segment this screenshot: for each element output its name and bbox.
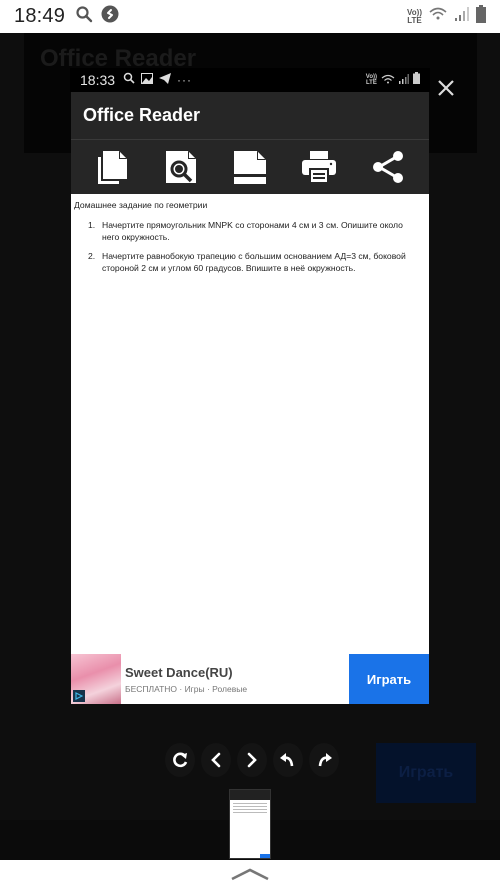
share-icon xyxy=(373,151,404,183)
document-content: Домашнее задание по геометрии 1. Начерти… xyxy=(71,194,429,286)
item-text: Начертите прямоугольник MNPK со сторонам… xyxy=(102,220,403,242)
document-search-icon xyxy=(165,151,196,183)
close-icon xyxy=(438,80,454,96)
share-button[interactable] xyxy=(368,147,408,187)
office-reader-app: Office Reader Домашнее задание по геомет… xyxy=(71,92,429,704)
chevron-right-icon xyxy=(247,752,257,768)
ad-play-icon xyxy=(73,690,85,702)
print-button[interactable] xyxy=(299,147,339,187)
thumbnail-ad xyxy=(260,854,270,858)
battery-icon xyxy=(413,71,420,89)
shazam-icon xyxy=(101,5,119,28)
app-titlebar: Office Reader xyxy=(71,92,429,140)
signal-icon xyxy=(399,71,409,89)
ad-play-button[interactable]: Играть xyxy=(349,654,429,704)
chevron-up-icon xyxy=(231,868,269,881)
chevron-left-icon xyxy=(211,752,221,768)
app-toolbar xyxy=(71,140,429,194)
editor-controls xyxy=(165,743,339,777)
image-icon xyxy=(141,71,154,89)
undo-button[interactable] xyxy=(273,743,303,777)
item-text: Начертите равнобокую трапецию с большим … xyxy=(102,251,406,273)
close-button[interactable] xyxy=(434,76,458,100)
thumbnail-lines xyxy=(230,800,270,818)
list-item: 1. Начертите прямоугольник MNPK со сторо… xyxy=(88,219,420,243)
redo-icon xyxy=(318,753,332,767)
signal-icon xyxy=(454,6,470,27)
search-icon xyxy=(75,5,93,28)
view-mode-button[interactable] xyxy=(230,147,270,187)
task-list: 1. Начертите прямоугольник MNPK со сторо… xyxy=(74,219,426,274)
expand-handle[interactable] xyxy=(0,860,500,888)
rotate-button[interactable] xyxy=(165,743,195,777)
find-button[interactable] xyxy=(161,147,201,187)
inner-status-bar: 18:33 ··· Vo)) LTE xyxy=(70,68,430,92)
status-time: 18:49 xyxy=(14,5,66,27)
ad-banner[interactable]: Sweet Dance(RU) БЕСПЛАТНО · Игры · Ролев… xyxy=(71,654,429,704)
search-icon xyxy=(123,71,135,89)
list-item: 2. Начертите равнобокую трапецию с больш… xyxy=(88,250,420,274)
printer-icon xyxy=(302,151,337,184)
thumbnail-header xyxy=(230,790,270,800)
inner-network-type-label: Vo)) LTE xyxy=(365,74,377,86)
wifi-icon xyxy=(381,71,395,89)
ad-image xyxy=(71,654,121,704)
document-heading: Домашнее задание по геометрии xyxy=(74,200,208,210)
status-bar: 18:49 Vo)) LTE xyxy=(0,0,500,33)
telegram-icon xyxy=(159,71,172,89)
copy-pages-icon xyxy=(97,151,127,184)
background-ad-button: Играть xyxy=(376,743,476,803)
network-type-label: Vo)) LTE xyxy=(407,7,422,25)
rotate-icon xyxy=(173,752,188,768)
pages-button[interactable] xyxy=(92,147,132,187)
battery-icon xyxy=(476,5,486,28)
page-layout-icon xyxy=(233,151,266,184)
inner-status-time: 18:33 xyxy=(80,72,116,88)
item-number: 1. xyxy=(88,220,96,230)
next-button[interactable] xyxy=(237,743,267,777)
undo-icon xyxy=(280,753,294,767)
ad-title: Sweet Dance(RU) xyxy=(125,664,233,680)
app-title: Office Reader xyxy=(83,105,201,125)
wifi-icon xyxy=(428,6,448,27)
more-icon: ··· xyxy=(177,73,193,87)
redo-button[interactable] xyxy=(309,743,339,777)
previous-button[interactable] xyxy=(201,743,231,777)
screenshot-thumbnail[interactable] xyxy=(229,789,271,859)
ad-subtitle: БЕСПЛАТНО · Игры · Ролевые xyxy=(125,683,248,694)
item-number: 2. xyxy=(88,251,96,261)
